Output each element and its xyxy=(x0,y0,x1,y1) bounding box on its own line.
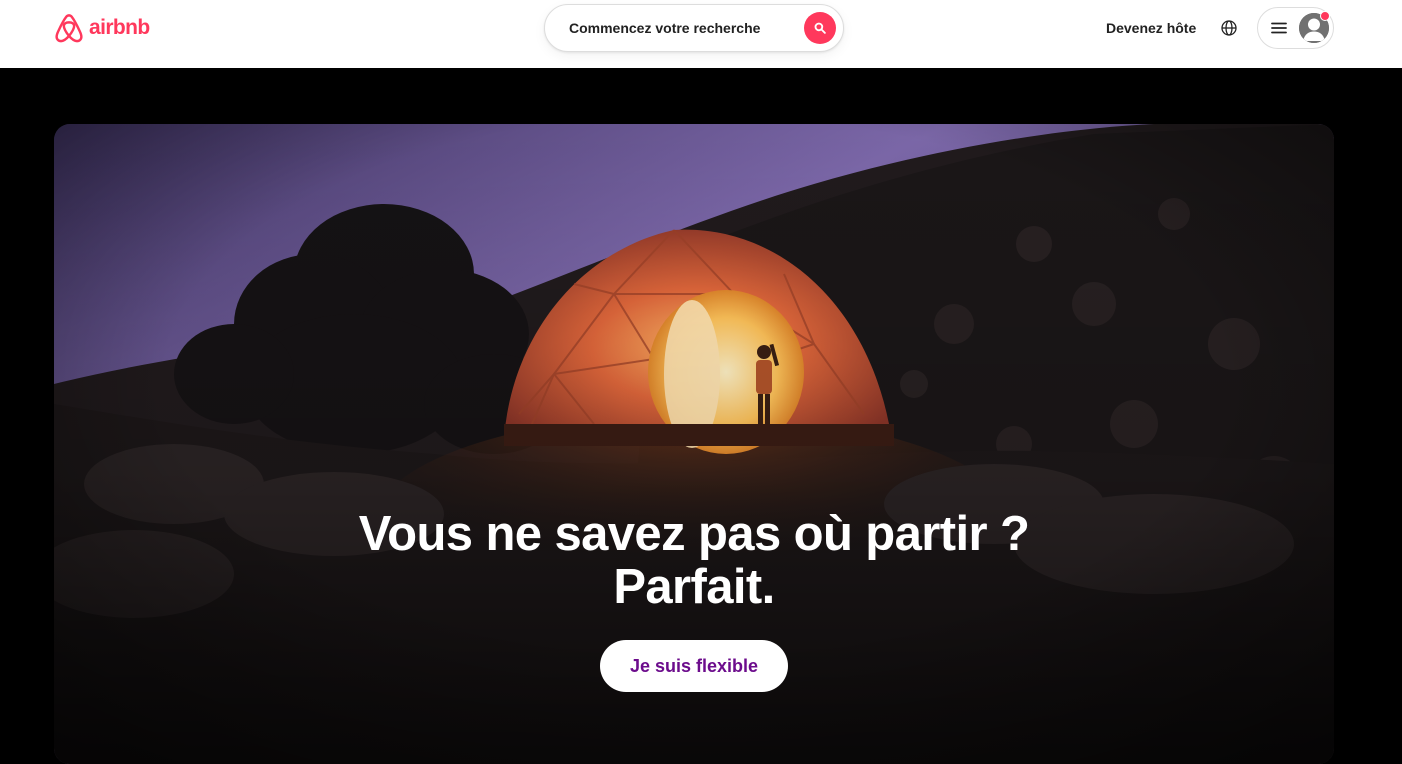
top-navigation-bar: airbnb Commencez votre recherche Devenez… xyxy=(0,0,1402,68)
hero-headline-line1: Vous ne savez pas où partir ? xyxy=(358,507,1030,561)
airbnb-belo-icon xyxy=(54,12,84,44)
hero-headline-line2: Parfait. xyxy=(613,560,775,614)
language-button[interactable] xyxy=(1213,12,1245,44)
search-bar[interactable]: Commencez votre recherche xyxy=(544,4,844,52)
user-menu-button[interactable] xyxy=(1257,7,1334,49)
hero-headline: Vous ne savez pas où partir ? Parfait. xyxy=(54,508,1334,614)
search-button[interactable] xyxy=(804,12,836,44)
flexible-button[interactable]: Je suis flexible xyxy=(600,640,788,692)
notification-badge xyxy=(1320,11,1330,21)
airbnb-logo[interactable]: airbnb xyxy=(54,12,150,44)
become-host-link[interactable]: Devenez hôte xyxy=(1094,14,1208,42)
globe-icon xyxy=(1221,20,1237,36)
brand-wordmark: airbnb xyxy=(89,16,150,39)
search-icon xyxy=(814,22,826,34)
search-placeholder: Commencez votre recherche xyxy=(569,20,761,36)
hamburger-icon xyxy=(1271,22,1287,34)
hero-banner: Vous ne savez pas où partir ? Parfait. J… xyxy=(54,124,1334,764)
